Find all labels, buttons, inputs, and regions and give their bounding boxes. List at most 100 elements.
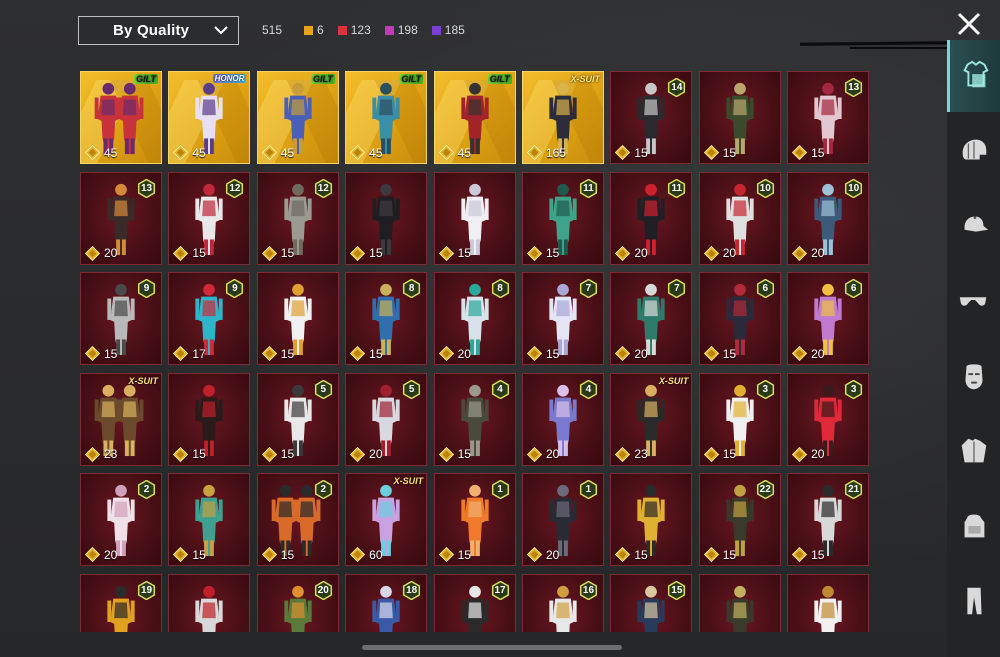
outfit-card[interactable]: 22 15 <box>698 473 781 566</box>
outfit-card[interactable]: 7 15 <box>521 272 604 365</box>
cost-label: 20 <box>615 345 648 362</box>
gem-icon <box>526 345 543 362</box>
cost-value: 15 <box>280 547 295 562</box>
sidebar-item-pants[interactable] <box>947 565 1000 637</box>
outfit-card[interactable]: 9 15 <box>80 272 162 365</box>
outfit-card[interactable]: GILT 45 <box>256 71 339 164</box>
outfit-card[interactable]: 15 <box>610 473 693 566</box>
level-value: 4 <box>585 383 592 395</box>
sidebar-item-backpack[interactable] <box>947 490 1000 562</box>
outfit-card[interactable]: 14 15 <box>610 71 693 164</box>
outfit-card[interactable]: 5 20 <box>345 372 428 466</box>
outfit-card[interactable]: GILT 45 <box>345 71 428 164</box>
cost-label: 15 <box>526 245 560 261</box>
outfit-card[interactable]: 15 <box>698 71 781 164</box>
level-badge: 5 <box>314 379 333 399</box>
level-value: 13 <box>140 182 153 194</box>
level-value: 2 <box>320 484 327 495</box>
outfit-card[interactable]: 7 20 <box>610 272 693 365</box>
outfit-card[interactable]: 10 20 <box>698 171 781 265</box>
outfit-card[interactable]: 1 20 <box>521 473 604 566</box>
cost-value: 15 <box>545 246 560 260</box>
cap-icon <box>964 216 988 232</box>
outfit-card[interactable]: 10 20 <box>787 171 869 265</box>
outfit-card[interactable]: 15 <box>433 171 516 265</box>
cost-value: 45 <box>104 145 118 160</box>
outfit-card[interactable] <box>698 573 781 632</box>
outfit-tag: X-SUIT <box>393 476 424 486</box>
outfit-card[interactable]: 4 20 <box>521 372 604 466</box>
outfit-card[interactable]: 15 <box>256 272 339 365</box>
outfit-card[interactable]: 4 15 <box>433 372 516 466</box>
cost-value: 15 <box>811 547 825 562</box>
outfit-card[interactable]: 8 15 <box>345 272 428 365</box>
sort-dropdown[interactable]: By Quality <box>78 16 239 45</box>
outfit-card[interactable] <box>787 573 869 632</box>
outfit-card[interactable]: 3 15 <box>698 372 781 466</box>
outfit-card[interactable]: X-SUIT 23 <box>80 372 162 466</box>
cost-label: 15 <box>703 345 736 362</box>
outfit-card[interactable]: GILT 45 <box>433 71 516 164</box>
level-badge: 17 <box>491 580 510 600</box>
outfit-card[interactable]: 18 <box>345 573 428 632</box>
outfit-card[interactable]: 15 <box>168 473 251 566</box>
sidebar-item-cap[interactable] <box>947 190 1000 262</box>
outfit-card[interactable]: 15 <box>610 573 693 632</box>
outfit-card[interactable]: GILT 45 <box>80 71 162 164</box>
cost-value: 15 <box>722 447 737 461</box>
outfit-card[interactable]: X-SUIT 60 <box>345 473 428 566</box>
cost-value: 15 <box>722 547 737 562</box>
level-badge: 21 <box>844 479 863 500</box>
gem-icon <box>350 446 366 462</box>
outfit-card[interactable]: 5 15 <box>256 372 339 466</box>
outfit-card[interactable]: 13 15 <box>787 71 869 164</box>
outfit-card[interactable]: 1 15 <box>433 473 516 566</box>
sidebar-item-outfit[interactable] <box>947 40 1000 112</box>
outfit-card[interactable]: 12 15 <box>168 171 251 265</box>
cost-label: 23 <box>615 446 648 462</box>
cost-value: 20 <box>634 346 648 361</box>
character-image <box>806 583 850 632</box>
outfit-card[interactable]: 12 15 <box>256 171 339 265</box>
sidebar-item-glasses[interactable] <box>947 265 1000 337</box>
sidebar-item-helmet[interactable] <box>947 115 1000 187</box>
level-value: 10 <box>848 182 860 194</box>
outfit-card[interactable]: 20 <box>256 573 339 632</box>
outfit-card[interactable]: 6 20 <box>787 272 869 365</box>
outfit-card[interactable]: 13 20 <box>80 171 162 265</box>
level-value: 11 <box>583 182 594 194</box>
outfit-card[interactable]: HONOR 45 <box>168 71 251 164</box>
outfit-card[interactable]: 17 <box>433 573 516 632</box>
outfit-card[interactable] <box>168 573 251 632</box>
outfit-card[interactable]: 2 15 <box>256 473 339 566</box>
outfit-card[interactable]: 16 <box>521 573 604 632</box>
level-value: 5 <box>320 383 327 395</box>
gem-icon <box>438 144 454 161</box>
gem-icon <box>350 245 366 261</box>
outfit-icon <box>963 60 989 88</box>
outfit-card[interactable]: 8 20 <box>433 272 516 365</box>
sidebar-item-jacket[interactable] <box>947 415 1000 487</box>
outfit-card[interactable]: 2 20 <box>80 473 162 566</box>
cost-label: 15 <box>261 546 295 563</box>
outfit-card[interactable]: 19 <box>80 573 162 632</box>
outfit-card[interactable]: X-SUIT 165 <box>521 71 604 164</box>
outfit-card[interactable]: 21 15 <box>787 473 869 566</box>
sidebar-item-mask[interactable] <box>947 340 1000 412</box>
level-value: 17 <box>494 584 506 596</box>
level-badge: 2 <box>137 479 156 500</box>
outfit-card[interactable]: X-SUIT 23 <box>610 372 693 466</box>
outfit-card[interactable]: 3 20 <box>787 372 869 466</box>
outfit-card[interactable]: 6 15 <box>698 272 781 365</box>
level-value: 2 <box>143 484 150 495</box>
cost-label: 23 <box>84 446 117 462</box>
level-badge: 2 <box>314 479 333 500</box>
outfit-card[interactable]: 11 20 <box>610 171 693 265</box>
cost-label: 15 <box>703 546 737 563</box>
outfit-card[interactable]: 15 <box>345 171 428 265</box>
outfit-card[interactable]: 15 <box>168 372 251 466</box>
outfit-card[interactable]: 11 15 <box>521 171 604 265</box>
close-icon[interactable] <box>955 10 983 38</box>
gem-icon <box>261 446 277 462</box>
outfit-card[interactable]: 9 17 <box>168 272 251 365</box>
